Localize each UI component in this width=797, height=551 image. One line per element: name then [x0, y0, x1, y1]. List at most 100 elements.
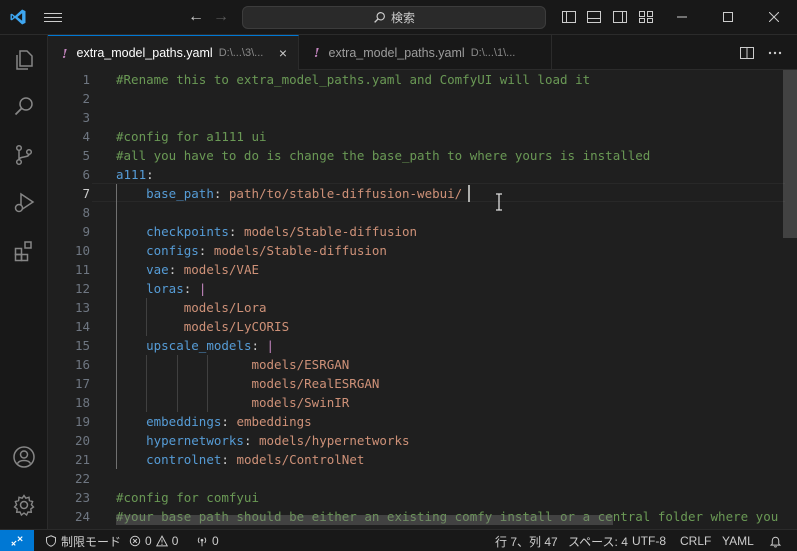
tab-active-file[interactable]: ! extra_model_paths.yaml D:\...\3\... ×: [48, 35, 299, 70]
line-number: 22: [74, 471, 90, 486]
bell-icon: [769, 536, 782, 547]
search-label: 検索: [390, 11, 415, 25]
code-token: configs: [146, 243, 199, 258]
close-tab-icon[interactable]: ×: [276, 46, 290, 60]
code-line: #config for comfyui: [116, 488, 259, 507]
remote-indicator-button[interactable]: [0, 530, 34, 551]
notifications-button[interactable]: [769, 530, 782, 551]
ports-button[interactable]: 0: [196, 530, 219, 551]
code-line: a111:: [116, 165, 154, 184]
code-token: #all you have to do is change the base_p…: [116, 148, 651, 163]
code-area[interactable]: #Rename this to extra_model_paths.yaml a…: [116, 70, 783, 529]
language-label: YAML: [722, 534, 754, 548]
vertical-scrollbar-thumb[interactable]: [783, 70, 797, 238]
line-number-gutter: 1 2 3 4 5 6 7 8 9 10 11 12 13 14 15 16 17 18 19 20 21 22 23 24: [48, 70, 92, 529]
accounts-button[interactable]: [0, 433, 48, 481]
code-token: loras: [146, 281, 184, 296]
indentation-button[interactable]: スペース: 4: [568, 530, 628, 551]
encoding-button[interactable]: UTF-8: [632, 530, 666, 551]
gear-icon: [13, 494, 35, 517]
extensions-icon: [14, 241, 32, 262]
code-token: |: [198, 281, 207, 296]
extensions-button[interactable]: [0, 227, 48, 275]
code-line: #config for a1111 ui: [116, 127, 267, 146]
source-control-button[interactable]: [0, 131, 48, 179]
horizontal-scrollbar-thumb[interactable]: [116, 515, 613, 525]
split-editor-icon[interactable]: [739, 45, 755, 61]
code-token: models/ESRGAN: [251, 357, 350, 372]
eol-button[interactable]: CRLF: [680, 530, 711, 551]
menu-icon[interactable]: [44, 10, 62, 24]
source-control-icon: [15, 144, 33, 166]
code-token: #config for comfyui: [116, 490, 259, 505]
minimize-button[interactable]: [659, 0, 705, 34]
code-editor[interactable]: 1 2 3 4 5 6 7 8 9 10 11 12 13 14 15 16 17 18 19 20 21 22 23 24 …: [48, 70, 797, 529]
problems-button[interactable]: 0 0: [129, 530, 178, 551]
code-token: hypernetworks: [146, 433, 244, 448]
close-window-button[interactable]: [751, 0, 797, 34]
toggle-panel-icon[interactable]: [586, 9, 602, 25]
line-number: 24: [74, 509, 90, 524]
line-number: 11: [74, 262, 90, 277]
back-arrow-icon[interactable]: ←: [186, 7, 206, 27]
code-line: #Rename this to extra_model_paths.yaml a…: [116, 70, 590, 89]
restricted-mode-button[interactable]: 制限モード: [45, 530, 121, 551]
status-bar: 制限モード 0 0 0 行 7、列 47 スペース: 4 UTF-8 CRLF …: [0, 529, 797, 551]
customize-layout-icon[interactable]: [638, 9, 654, 25]
code-line: configs: models/Stable-diffusion: [116, 241, 387, 260]
cursor-position-button[interactable]: 行 7、列 47: [495, 530, 558, 551]
run-debug-button[interactable]: [0, 179, 48, 227]
code-token: :: [183, 281, 199, 296]
search-icon: [14, 97, 33, 116]
code-line: models/RealESRGAN: [116, 374, 379, 393]
vscode-logo-icon: [10, 9, 26, 25]
toggle-secondary-sidebar-icon[interactable]: [612, 9, 628, 25]
text-caret: [467, 185, 470, 202]
code-token: models/LyCORIS: [183, 319, 290, 334]
forward-arrow-icon[interactable]: →: [211, 7, 231, 27]
language-mode-button[interactable]: YAML: [722, 530, 754, 551]
code-token: models/hypernetworks: [259, 433, 410, 448]
editor-tabs: ! extra_model_paths.yaml D:\...\3\... × …: [48, 35, 797, 70]
toggle-primary-sidebar-icon[interactable]: [561, 9, 577, 25]
code-token: controlnet: [146, 452, 222, 467]
code-token: models/Lora: [183, 300, 267, 315]
vertical-scrollbar[interactable]: [783, 70, 797, 529]
code-token: vae: [146, 262, 169, 277]
code-token: embeddings: [146, 414, 222, 429]
indentation-label: スペース: 4: [568, 534, 628, 549]
code-line: embeddings: embeddings: [116, 412, 312, 431]
code-line: #all you have to do is change the base_p…: [116, 146, 650, 165]
code-token: models/RealESRGAN: [251, 376, 380, 391]
line-number: 3: [82, 110, 90, 125]
code-token: models/SwinIR: [251, 395, 350, 410]
indent-guide: [146, 355, 148, 412]
line-number: 10: [74, 243, 90, 258]
files-icon: [16, 50, 33, 70]
line-number: 23: [74, 490, 90, 505]
tab-inactive-file[interactable]: ! extra_model_paths.yaml D:\...\1\...: [300, 35, 552, 70]
more-actions-icon[interactable]: [767, 45, 783, 61]
command-center-search[interactable]: 検索: [242, 6, 546, 29]
line-number: 16: [74, 357, 90, 372]
explorer-button[interactable]: [0, 36, 48, 84]
indent-guide: [116, 184, 117, 469]
indent-guide: [207, 355, 209, 412]
line-number: 4: [82, 129, 90, 144]
indent-guide: [146, 298, 148, 336]
line-number: 20: [74, 433, 90, 448]
maximize-button[interactable]: [705, 0, 751, 34]
yaml-file-icon: !: [314, 45, 320, 60]
manage-button[interactable]: [0, 481, 48, 529]
code-line: controlnet: models/ControlNet: [116, 450, 364, 469]
close-icon: [769, 12, 779, 22]
code-token: path/to/stable-diffusion-webui/: [228, 186, 463, 201]
search-view-button[interactable]: [0, 82, 48, 130]
